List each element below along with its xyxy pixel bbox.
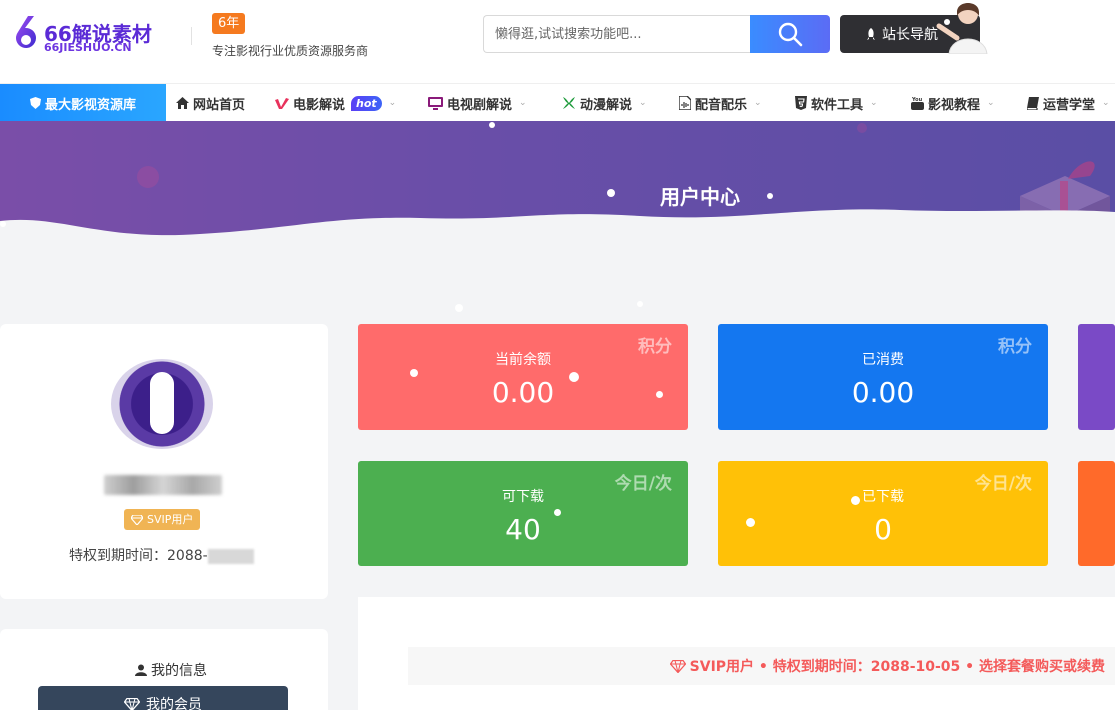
menu-item-membership[interactable]: 我的会员 bbox=[38, 686, 288, 710]
menu-item-label: 我的会员 bbox=[146, 697, 202, 710]
diamond-icon bbox=[131, 514, 143, 525]
user-icon bbox=[135, 664, 147, 676]
nav-item-label: 配音配乐 bbox=[695, 97, 748, 113]
bokeh-light bbox=[857, 123, 867, 133]
stat-value: 0.00 bbox=[491, 376, 555, 409]
nav-item-tools[interactable]: 软件工具 ⌄ bbox=[795, 84, 878, 122]
nav-primary-label: 最大影视资源库 bbox=[44, 97, 136, 113]
snowflake bbox=[767, 193, 773, 199]
nav-item-tutorials[interactable]: You 影视教程 ⌄ bbox=[911, 84, 995, 122]
book-icon bbox=[1027, 96, 1039, 110]
nav-item-label: 动漫解说 bbox=[580, 97, 633, 113]
notice-text: SVIP用户 • 特权到期时间：2088-10-05 • 选择套餐购买或续费 bbox=[689, 659, 1105, 675]
stat-value: 0 bbox=[874, 513, 892, 546]
page-banner: 用户中心 bbox=[0, 121, 1115, 251]
nav-primary-button[interactable]: 最大影视资源库 bbox=[0, 84, 166, 122]
nav-item-operations[interactable]: 运营学堂 ⌄ bbox=[1027, 84, 1110, 122]
chevron-down-icon: ⌄ bbox=[987, 98, 995, 108]
stat-value: 0.00 bbox=[851, 376, 915, 409]
stat-card-partial bbox=[1078, 461, 1115, 566]
stat-card-downloaded: 今日/次 已下载 0 bbox=[718, 461, 1048, 566]
snowflake bbox=[637, 301, 643, 307]
header-divider bbox=[191, 27, 192, 45]
site-header: 66解说素材 66JIESHUO.CN 6年 专注影视行业优质资源服务商 站长导… bbox=[0, 0, 1115, 83]
nav-item-anime[interactable]: 动漫解说 ⌄ bbox=[562, 84, 647, 122]
chevron-down-icon: ⌄ bbox=[388, 98, 397, 108]
snowflake bbox=[851, 496, 860, 505]
menu-title: 我的信息 bbox=[0, 660, 328, 680]
site-nav-label: 站长导航 bbox=[882, 27, 938, 43]
vip-badge-label: SVIP用户 bbox=[147, 513, 194, 526]
site-logo[interactable]: 66解说素材 66JIESHUO.CN bbox=[10, 14, 160, 58]
main-nav: 最大影视资源库 网站首页 电影解说 hot ⌄ 电视剧解说 ⌄ 动漫解说 ⌄ 配… bbox=[0, 83, 1115, 122]
nav-item-home[interactable]: 网站首页 bbox=[176, 84, 245, 122]
shield-icon bbox=[29, 97, 41, 109]
bokeh-light bbox=[137, 166, 159, 188]
snowflake bbox=[607, 189, 615, 197]
xbox-icon bbox=[563, 97, 575, 109]
banner-wave bbox=[0, 209, 1115, 251]
search-input[interactable] bbox=[483, 15, 750, 53]
nav-item-label: 软件工具 bbox=[811, 97, 864, 113]
vimeo-icon bbox=[275, 98, 289, 109]
home-icon bbox=[176, 97, 189, 109]
youtube-icon: You bbox=[911, 97, 924, 110]
expire-date-redacted bbox=[207, 548, 254, 564]
chevron-down-icon: ⌄ bbox=[1102, 98, 1110, 108]
chevron-down-icon: ⌄ bbox=[870, 98, 878, 108]
search-icon bbox=[778, 22, 803, 47]
nav-item-label: 网站首页 bbox=[193, 97, 246, 113]
logo-mark-icon bbox=[16, 16, 37, 48]
mascot-image bbox=[936, 3, 988, 54]
search-button[interactable] bbox=[750, 15, 830, 53]
stat-card-balance: 积分 当前余额 0.00 bbox=[358, 324, 688, 430]
chevron-down-icon: ⌄ bbox=[754, 98, 762, 108]
logo-domain: 66JIESHUO.CN bbox=[44, 41, 132, 54]
snowflake bbox=[489, 122, 495, 128]
diamond-icon bbox=[124, 697, 140, 710]
audio-file-icon bbox=[679, 96, 691, 110]
diamond-icon bbox=[669, 659, 686, 673]
stat-label: 当前余额 bbox=[495, 352, 551, 368]
stat-label: 已下载 bbox=[862, 489, 904, 505]
nav-item-movie[interactable]: 电影解说 hot ⌄ bbox=[275, 84, 396, 122]
snowflake bbox=[554, 509, 561, 516]
expire-info: 特权到期时间：2088- bbox=[69, 545, 254, 565]
nav-item-label: 电视剧解说 bbox=[447, 97, 513, 113]
avatar-mark bbox=[150, 372, 174, 434]
snowflake bbox=[569, 372, 579, 382]
chevron-down-icon: ⌄ bbox=[519, 98, 527, 108]
nav-item-label: 影视教程 bbox=[928, 97, 981, 113]
nav-item-audio[interactable]: 配音配乐 ⌄ bbox=[679, 84, 762, 122]
site-slogan: 专注影视行业优质资源服务商 bbox=[212, 44, 369, 58]
years-badge: 6年 bbox=[212, 13, 246, 34]
tv-icon bbox=[428, 96, 443, 110]
stat-card-spent: 积分 已消费 0.00 bbox=[718, 324, 1048, 430]
nav-item-label: 运营学堂 bbox=[1043, 97, 1096, 113]
rocket-icon bbox=[867, 28, 875, 40]
username-redacted bbox=[104, 475, 222, 495]
svg-text:You: You bbox=[911, 97, 923, 103]
expire-label: 特权到期时间：2088- bbox=[69, 548, 208, 564]
snowflake bbox=[656, 391, 663, 398]
snowflake bbox=[410, 369, 418, 377]
stat-value: 40 bbox=[505, 513, 541, 546]
nav-item-tv[interactable]: 电视剧解说 ⌄ bbox=[428, 84, 527, 122]
stat-label: 已消费 bbox=[862, 352, 904, 368]
nav-item-label: 电影解说 bbox=[293, 97, 346, 113]
html5-icon bbox=[795, 96, 807, 110]
vip-badge: SVIP用户 bbox=[124, 509, 201, 530]
snowflake bbox=[455, 304, 463, 312]
stat-label: 可下载 bbox=[502, 489, 544, 505]
stat-card-downloads-available: 今日/次 可下载 40 bbox=[358, 461, 688, 566]
snowflake bbox=[746, 518, 755, 527]
membership-notice[interactable]: SVIP用户 • 特权到期时间：2088-10-05 • 选择套餐购买或续费 bbox=[408, 647, 1115, 685]
menu-title-label: 我的信息 bbox=[151, 663, 207, 679]
snowflake bbox=[0, 221, 6, 227]
chevron-down-icon: ⌄ bbox=[639, 98, 647, 108]
stat-card-partial bbox=[1078, 324, 1115, 430]
hot-badge: hot bbox=[351, 95, 382, 111]
